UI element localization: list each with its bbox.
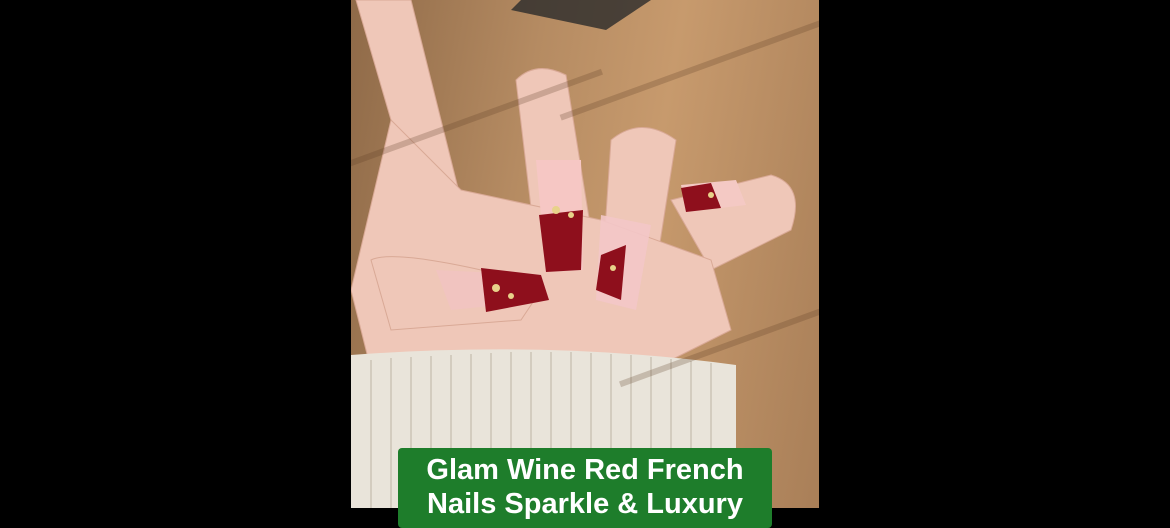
caption-line-2: Nails Sparkle & Luxury — [427, 488, 743, 520]
caption-line-1: Glam Wine Red French — [426, 454, 744, 486]
video-frame: Glam Wine Red French Nails Sparkle & Lux… — [0, 0, 1170, 528]
video-image — [351, 0, 819, 508]
caption-banner: Glam Wine Red French Nails Sparkle & Lux… — [398, 448, 772, 528]
